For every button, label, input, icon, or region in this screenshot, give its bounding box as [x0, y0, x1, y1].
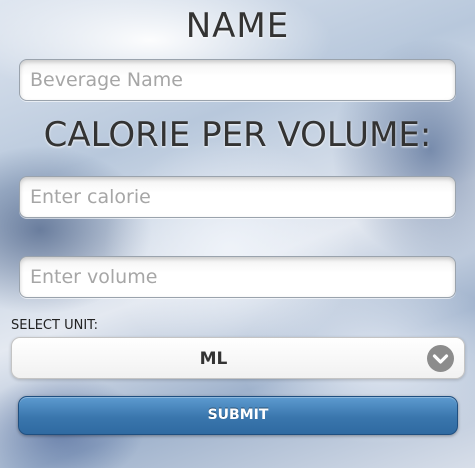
- select-unit-label: SELECT UNIT:: [11, 318, 99, 333]
- chevron-down-icon[interactable]: [427, 345, 454, 372]
- beverage-name-input[interactable]: [19, 59, 456, 101]
- volume-input[interactable]: [19, 256, 456, 298]
- unit-select[interactable]: ML: [11, 337, 465, 379]
- unit-selected-value: ML: [199, 349, 228, 369]
- calorie-per-volume-heading: CALORIE PER VOLUME:: [43, 115, 432, 155]
- name-heading: NAME: [185, 6, 290, 46]
- submit-button[interactable]: SUBMIT: [18, 396, 458, 435]
- calorie-input[interactable]: [19, 176, 456, 218]
